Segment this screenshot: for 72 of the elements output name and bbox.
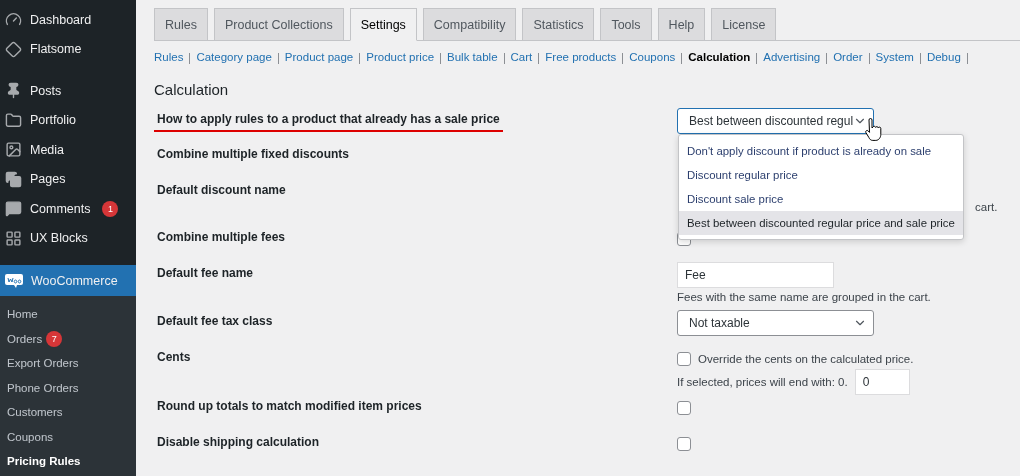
field-description: cart.: [975, 201, 998, 213]
setting-label: Default fee tax class: [156, 314, 274, 330]
setting-label: Default fee name: [156, 266, 255, 282]
field-description: Fees with the same name are grouped in the cart.: [677, 291, 931, 303]
setting-label: Disable shipping calculation: [156, 435, 321, 451]
submenu-item[interactable]: Coupons: [0, 424, 136, 449]
folder-icon: [5, 111, 22, 129]
submenu-item[interactable]: Orders 7: [0, 326, 136, 351]
section-link[interactable]: Debug: [926, 51, 961, 64]
submenu-item[interactable]: Phone Orders: [0, 375, 136, 400]
dropdown-option[interactable]: Discount regular price: [679, 163, 963, 187]
media-icon: [5, 141, 22, 159]
sidebar-item[interactable]: Dashboard: [0, 5, 136, 35]
tab[interactable]: Statistics: [522, 8, 595, 40]
tab[interactable]: Product Collections: [213, 8, 344, 40]
woo-logo-icon: [5, 273, 23, 288]
setting-label: Round up totals to match modified item prices: [156, 399, 423, 415]
dropdown-option[interactable]: Don't apply discount if product is already on sale: [679, 139, 963, 163]
sidebar-item[interactable]: Portfolio: [0, 105, 136, 135]
sidebar-item[interactable]: Flatsome: [0, 34, 136, 64]
section-link[interactable]: Bulk table: [447, 51, 498, 64]
checkbox[interactable]: [677, 352, 691, 366]
pages-icon: [5, 170, 22, 188]
section-link[interactable]: Category page: [196, 51, 272, 64]
cents-field[interactable]: 0: [854, 369, 910, 395]
sidebar-item[interactable]: Posts: [0, 76, 136, 106]
section-link[interactable]: System: [875, 51, 914, 64]
speech-bubble-icon: [5, 200, 22, 218]
checkbox[interactable]: [677, 401, 691, 415]
tab[interactable]: License: [711, 8, 777, 40]
section-link[interactable]: Cart: [510, 51, 533, 64]
diamond-icon: [5, 40, 22, 58]
section-link[interactable]: Free products: [545, 51, 617, 64]
dropdown-option[interactable]: Discount sale price: [679, 187, 963, 211]
tab[interactable]: Help: [657, 8, 706, 40]
dropdown-option[interactable]: Best between discounted regular price and sale price: [679, 211, 963, 235]
grid-icon: [5, 229, 22, 247]
section-link[interactable]: Product page: [284, 51, 354, 64]
tab[interactable]: Rules: [154, 8, 208, 40]
pin-icon: [5, 82, 22, 100]
setting-label: How to apply rules to a product that already has a sale price: [154, 112, 503, 132]
section-link[interactable]: Advertising: [763, 51, 821, 64]
select-dropdown[interactable]: Best between discounted regul: [677, 108, 874, 134]
submenu-item[interactable]: Home: [0, 302, 136, 327]
sidebar-item[interactable]: UX Blocks: [0, 223, 136, 253]
section-link[interactable]: Order: [833, 51, 863, 64]
tab[interactable]: Compatibility: [422, 8, 517, 40]
section-link[interactable]: Calculation: [688, 51, 751, 64]
sidebar-item[interactable]: Media: [0, 135, 136, 165]
section-link[interactable]: Rules: [154, 51, 184, 64]
sidebar-item[interactable]: Pages: [0, 164, 136, 194]
count-badge: 7: [46, 330, 63, 347]
setting-label: Default discount name: [156, 183, 287, 199]
section-heading: Calculation: [154, 81, 230, 98]
select-dropdown[interactable]: Not taxable: [677, 310, 874, 336]
tab[interactable]: Settings: [349, 8, 417, 41]
checkbox-label: Override the cents on the calculated price.: [698, 353, 914, 365]
submenu-item[interactable]: Pricing Rules: [0, 449, 136, 474]
submenu-item[interactable]: Customers: [0, 400, 136, 425]
setting-label: Cents: [156, 350, 192, 366]
sidebar-item[interactable]: Comments 1: [0, 194, 136, 224]
submenu-item[interactable]: Export Orders: [0, 351, 136, 376]
field-description: If selected, prices will end with: 0.: [677, 376, 848, 388]
setting-label: Combine multiple fixed discounts: [156, 147, 351, 163]
setting-label: Combine multiple fees: [156, 230, 287, 246]
text-field[interactable]: Fee: [677, 262, 834, 288]
checkbox[interactable]: [677, 437, 691, 451]
sidebar-item[interactable]: WooCommerce: [0, 265, 136, 296]
section-link[interactable]: Coupons: [629, 51, 676, 64]
tab[interactable]: Tools: [600, 8, 652, 40]
count-badge: 1: [102, 200, 119, 217]
section-link[interactable]: Product price: [366, 51, 435, 64]
